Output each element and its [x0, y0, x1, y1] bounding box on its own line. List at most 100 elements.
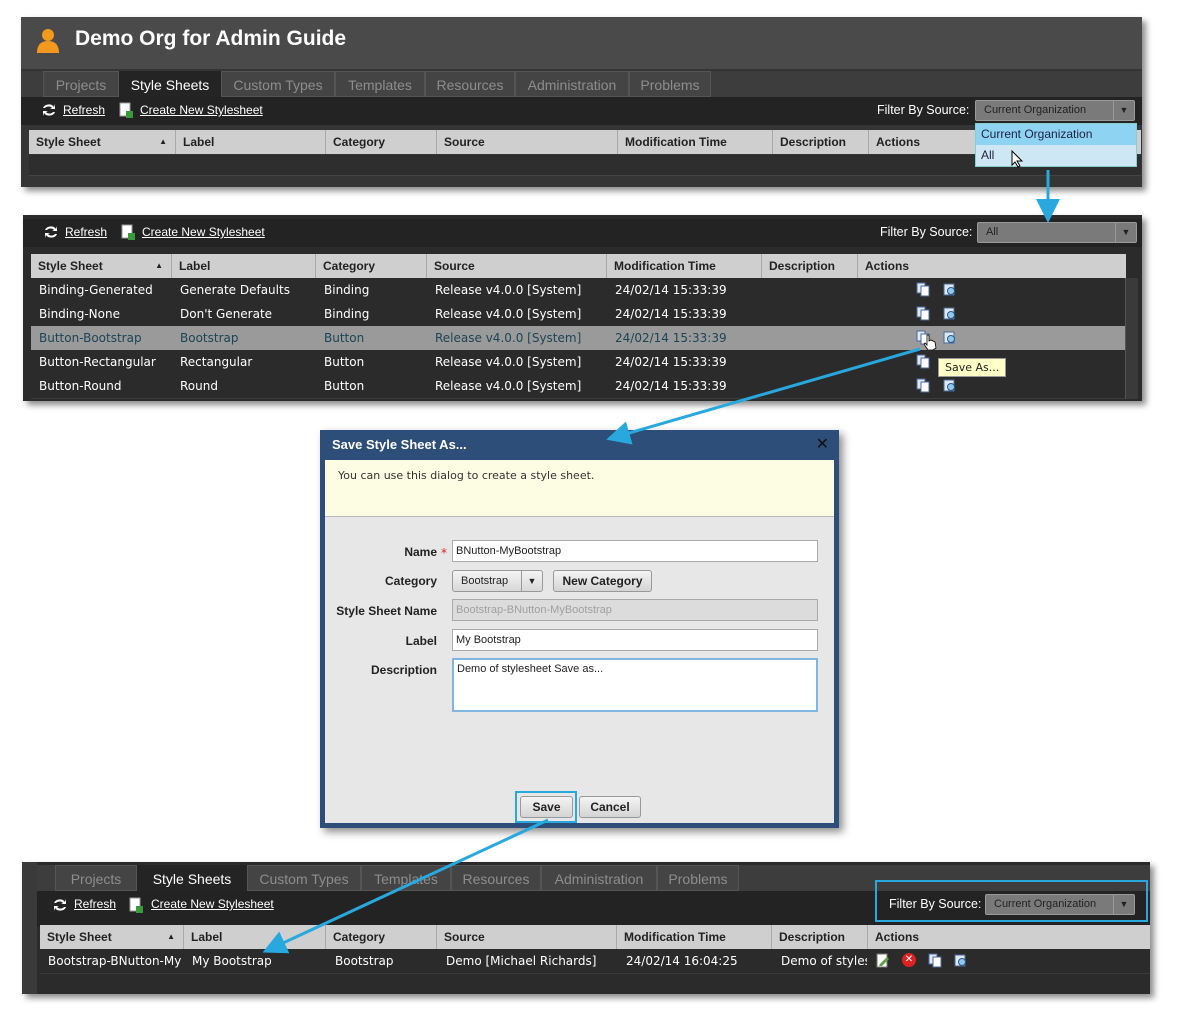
- filter-select[interactable]: Current Organization ▼: [985, 894, 1135, 915]
- save-as-icon[interactable]: [916, 378, 930, 393]
- tab-style-sheets[interactable]: Style Sheets: [137, 865, 247, 891]
- tab-problems[interactable]: Problems: [629, 71, 711, 97]
- save-as-icon[interactable]: [916, 306, 930, 321]
- name-label: Name: [404, 545, 437, 559]
- col-description[interactable]: Description: [772, 925, 868, 949]
- col-style-sheet[interactable]: Style Sheet ▲: [29, 130, 176, 154]
- description-field[interactable]: Demo of stylesheet Save as...: [452, 658, 818, 712]
- panel-filter-dropdown: Demo Org for Admin Guide Projects Style …: [21, 17, 1142, 187]
- dropdown-option-current-organization[interactable]: Current Organization: [976, 124, 1136, 145]
- new-category-button[interactable]: New Category: [553, 570, 652, 592]
- save-as-icon[interactable]: [916, 354, 930, 369]
- close-icon[interactable]: ✕: [816, 434, 829, 453]
- refresh-icon[interactable]: [52, 897, 68, 913]
- col-source[interactable]: Source: [437, 925, 617, 949]
- name-field[interactable]: BNutton-MyBootstrap: [452, 540, 818, 562]
- cell-style-sheet: Button-Rectangular: [39, 355, 156, 369]
- table-row-selected[interactable]: Button-Bootstrap Bootstrap Button Releas…: [31, 326, 1126, 351]
- view-icon[interactable]: [943, 282, 957, 297]
- filter-value: Current Organization: [984, 104, 1087, 116]
- col-category[interactable]: Category: [326, 130, 437, 154]
- refresh-icon[interactable]: [41, 102, 57, 118]
- vertical-scrollbar[interactable]: [1125, 278, 1138, 399]
- view-icon[interactable]: [943, 378, 957, 393]
- dialog-info-text: You can use this dialog to create a styl…: [338, 469, 595, 482]
- table-row[interactable]: Binding-Generated Generate Defaults Bind…: [31, 278, 1126, 303]
- create-stylesheet-link[interactable]: Create New Stylesheet: [142, 225, 265, 239]
- chevron-down-icon: ▼: [1113, 895, 1134, 914]
- dialog-info: You can use this dialog to create a styl…: [325, 460, 834, 517]
- sort-asc-icon: ▲: [167, 932, 175, 941]
- col-label[interactable]: Label: [176, 130, 326, 154]
- create-stylesheet-link[interactable]: Create New Stylesheet: [140, 103, 263, 117]
- col-description[interactable]: Description: [773, 130, 869, 154]
- view-icon[interactable]: [943, 306, 957, 321]
- tab-administration[interactable]: Administration: [515, 71, 629, 97]
- col-style-sheet[interactable]: Style Sheet ▲: [40, 925, 184, 949]
- delete-icon[interactable]: ✕: [902, 953, 916, 967]
- cell-source: Release v4.0.0 [System]: [435, 355, 582, 369]
- tab-administration[interactable]: Administration: [541, 865, 657, 891]
- refresh-link[interactable]: Refresh: [65, 225, 107, 239]
- tab-resources[interactable]: Resources: [425, 71, 515, 97]
- filter-value: Current Organization: [994, 898, 1097, 910]
- col-source[interactable]: Source: [427, 254, 607, 278]
- table-row[interactable]: Bootstrap-BNutton-MyBo My Bootstrap Boot…: [40, 949, 1150, 974]
- view-icon[interactable]: [954, 953, 968, 968]
- tab-custom-types[interactable]: Custom Types: [247, 865, 361, 891]
- view-icon[interactable]: [943, 330, 957, 345]
- edit-icon[interactable]: [876, 953, 890, 968]
- col-modification-time[interactable]: Modification Time: [617, 925, 772, 949]
- chevron-down-icon: ▼: [1115, 223, 1136, 242]
- save-stylesheet-dialog: Save Style Sheet As... ✕ You can use thi…: [320, 430, 839, 828]
- create-stylesheet-link[interactable]: Create New Stylesheet: [151, 897, 274, 911]
- tab-resources[interactable]: Resources: [451, 865, 541, 891]
- new-stylesheet-icon[interactable]: [118, 102, 134, 118]
- tab-templates[interactable]: Templates: [335, 71, 425, 97]
- user-icon: [37, 29, 59, 53]
- category-select[interactable]: Bootstrap ▼: [452, 570, 543, 592]
- col-style-sheet[interactable]: Style Sheet ▲: [31, 254, 172, 278]
- col-actions: Actions: [875, 930, 920, 944]
- tab-custom-types[interactable]: Custom Types: [221, 71, 335, 97]
- cell-source: Release v4.0.0 [System]: [435, 379, 582, 393]
- new-stylesheet-icon[interactable]: [120, 224, 136, 240]
- stylesheet-name-label: Style Sheet Name: [336, 604, 437, 618]
- col-modification-time[interactable]: Modification Time: [607, 254, 762, 278]
- label-field[interactable]: My Bootstrap: [452, 629, 818, 651]
- col-actions: Actions: [865, 259, 910, 273]
- refresh-link[interactable]: Refresh: [63, 103, 105, 117]
- col-label[interactable]: Label: [184, 925, 326, 949]
- filter-select[interactable]: All ▼: [977, 222, 1137, 243]
- refresh-icon[interactable]: [43, 224, 59, 240]
- col-category[interactable]: Category: [316, 254, 427, 278]
- new-stylesheet-icon[interactable]: [128, 897, 144, 913]
- tab-projects[interactable]: Projects: [55, 865, 137, 891]
- dropdown-option-all[interactable]: All: [976, 145, 1136, 166]
- save-button[interactable]: Save: [520, 796, 573, 818]
- filter-select[interactable]: Current Organization ▼: [975, 100, 1135, 121]
- table-row[interactable]: Button-Round Round Button Release v4.0.0…: [31, 374, 1126, 399]
- col-description[interactable]: Description: [762, 254, 858, 278]
- cancel-button[interactable]: Cancel: [579, 796, 641, 818]
- col-source[interactable]: Source: [437, 130, 618, 154]
- cell-description: Demo of stylesh: [781, 954, 867, 968]
- cell-category: Button: [324, 355, 365, 369]
- col-category[interactable]: Category: [326, 925, 437, 949]
- table-row[interactable]: Binding-None Don't Generate Binding Rele…: [31, 302, 1126, 327]
- col-label[interactable]: Label: [172, 254, 316, 278]
- col-modification-time[interactable]: Modification Time: [618, 130, 773, 154]
- tab-problems[interactable]: Problems: [657, 865, 739, 891]
- cell-category: Bootstrap: [335, 954, 394, 968]
- category-value: Bootstrap: [461, 575, 509, 587]
- tab-bar: Projects Style Sheets Custom Types Templ…: [21, 71, 1142, 97]
- tab-style-sheets[interactable]: Style Sheets: [119, 71, 221, 97]
- tab-projects[interactable]: Projects: [43, 71, 119, 97]
- save-as-icon[interactable]: [916, 282, 930, 297]
- label-label: Label: [405, 634, 437, 648]
- save-as-icon[interactable]: [928, 953, 942, 968]
- refresh-link[interactable]: Refresh: [74, 897, 116, 911]
- tab-templates[interactable]: Templates: [361, 865, 451, 891]
- cell-category: Binding: [324, 283, 370, 297]
- filter-value: All: [986, 226, 999, 238]
